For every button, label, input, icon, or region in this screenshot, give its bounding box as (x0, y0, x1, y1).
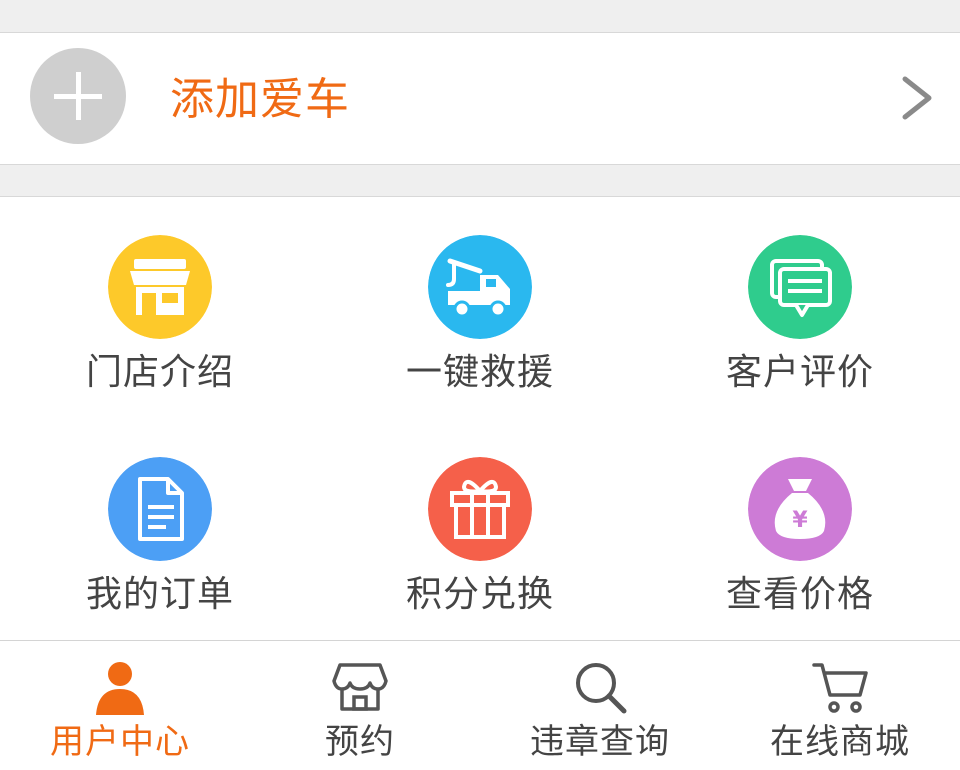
feature-grid: 门店介绍 一键救援 客户评价 我的订单 积分兑换 ¥ 查看价格 (0, 197, 960, 640)
grid-item-reviews[interactable]: 客户评价 (640, 197, 960, 417)
section-gap (0, 165, 960, 197)
tab-label: 在线商城 (770, 722, 910, 762)
tab-online-mall[interactable]: 在线商城 (720, 641, 960, 770)
gift-icon-bg (428, 457, 532, 561)
tow-truck-icon (428, 235, 532, 339)
gift-icon (428, 457, 532, 561)
grid-item-store-intro[interactable]: 门店介绍 (0, 197, 320, 417)
chat-bubbles-icon (748, 235, 852, 339)
plus-icon (30, 48, 126, 144)
document-icon (108, 457, 212, 561)
top-strip (0, 0, 960, 33)
grid-item-my-orders[interactable]: 我的订单 (0, 419, 320, 639)
money-bag-icon: ¥ (748, 457, 852, 561)
add-car-row[interactable]: 添加爱车 (0, 33, 960, 165)
grid-item-rescue[interactable]: 一键救援 (320, 197, 640, 417)
grid-item-label: 积分兑换 (405, 574, 554, 615)
grid-item-label: 一键救援 (405, 352, 554, 393)
cart-icon (810, 657, 870, 717)
tab-label: 违章查询 (530, 722, 670, 762)
svg-text:¥: ¥ (792, 508, 808, 533)
shop-icon (330, 657, 390, 717)
grid-item-label: 查看价格 (725, 574, 874, 615)
add-car-label: 添加爱车 (170, 74, 350, 125)
grid-item-label: 客户评价 (725, 352, 874, 393)
tab-bar: 用户中心 预约 违章查询 在线商城 (0, 640, 960, 770)
grid-item-label: 门店介绍 (85, 352, 234, 393)
tab-label: 用户中心 (50, 722, 190, 762)
tab-appointment[interactable]: 预约 (240, 641, 480, 770)
chevron-right-icon (902, 76, 932, 120)
grid-item-points-exchange[interactable]: 积分兑换 (320, 419, 640, 639)
user-icon (90, 657, 150, 717)
search-icon (570, 657, 630, 717)
page: 添加爱车 门店介绍 一键救援 客户评价 我的订单 积分兑换 ¥ 查看价格 用户中… (0, 0, 960, 770)
tab-label: 预约 (325, 722, 395, 762)
tab-violation-query[interactable]: 违章查询 (480, 641, 720, 770)
grid-item-check-price[interactable]: ¥ 查看价格 (640, 419, 960, 639)
store-icon (108, 235, 212, 339)
grid-item-label: 我的订单 (85, 574, 234, 615)
tab-user-center[interactable]: 用户中心 (0, 641, 240, 770)
